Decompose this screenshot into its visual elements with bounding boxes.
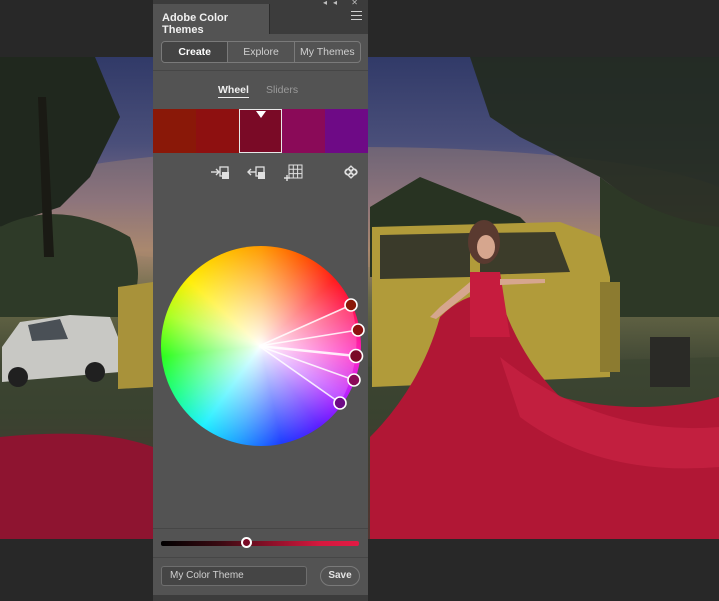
tab-wheel[interactable]: Wheel <box>218 84 249 98</box>
tab-create[interactable]: Create <box>162 42 228 62</box>
divider <box>153 528 368 529</box>
set-from-swatch-icon[interactable] <box>246 164 266 182</box>
swatch-3-selected[interactable] <box>239 109 282 153</box>
color-wheel-area <box>161 246 366 448</box>
panel-tab[interactable]: Adobe Color Themes <box>153 4 270 36</box>
brightness-slider-track[interactable] <box>161 541 359 546</box>
color-harmony-icon[interactable] <box>341 164 361 182</box>
swatch-2[interactable] <box>196 109 239 153</box>
harmony-color-marker[interactable] <box>344 298 358 312</box>
panel-window-controls[interactable]: ◂◂ ✕ <box>323 0 364 7</box>
harmony-color-marker[interactable] <box>333 396 347 410</box>
harmony-color-marker[interactable] <box>347 373 361 387</box>
harmony-markers <box>258 298 365 410</box>
add-to-swatches-icon[interactable] <box>210 164 230 182</box>
harmony-color-marker[interactable] <box>351 323 365 337</box>
brightness-slider-handle[interactable] <box>240 537 252 548</box>
add-to-grid-icon[interactable] <box>283 164 303 182</box>
panel-header: ◂◂ ✕ Adobe Color Themes <box>153 0 368 36</box>
divider <box>153 557 368 558</box>
swatch-5[interactable] <box>325 109 368 153</box>
tab-sliders[interactable]: Sliders <box>266 84 298 96</box>
mode-tabs: Create Explore My Themes <box>161 41 361 63</box>
theme-name-input[interactable]: My Color Theme <box>161 566 307 586</box>
tab-explore[interactable]: Explore <box>227 42 293 62</box>
panel-menu-icon[interactable] <box>351 11 362 20</box>
swatch-tools <box>153 164 368 184</box>
color-themes-panel: ◂◂ ✕ Adobe Color Themes Create Explore M… <box>153 0 368 601</box>
swatch-4[interactable] <box>282 109 325 153</box>
swatch-1[interactable] <box>153 109 196 153</box>
save-button[interactable]: Save <box>320 566 360 586</box>
divider <box>153 70 368 71</box>
theme-swatches <box>153 109 368 153</box>
harmony-color-marker[interactable] <box>348 348 364 364</box>
selected-swatch-marker-icon <box>255 111 266 118</box>
panel-title: Adobe Color Themes <box>162 12 228 36</box>
tab-my-themes[interactable]: My Themes <box>293 42 360 62</box>
panel-footer <box>153 595 368 601</box>
